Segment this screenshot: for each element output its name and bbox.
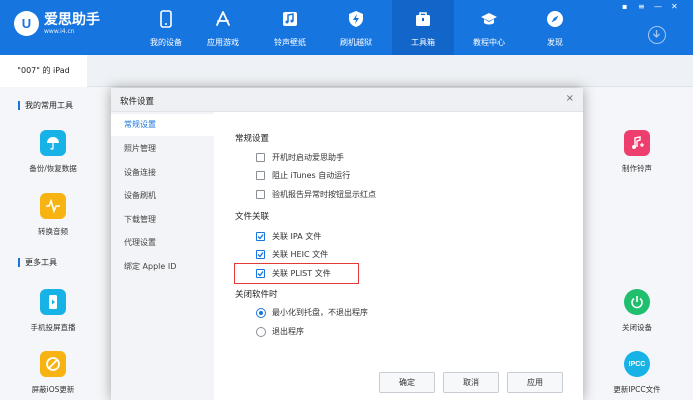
cancel-button[interactable]: 取消 [443, 372, 499, 393]
nav-toolbox[interactable]: 工具箱 [392, 0, 454, 55]
option-minimize-to-tray[interactable]: 最小化到托盘，不退出程序 [256, 307, 368, 318]
tool-update-ipcc[interactable]: IPCC 更新IPCC文件 [602, 351, 672, 395]
checkbox-checked[interactable] [256, 250, 265, 259]
tool-block-ios-update[interactable]: 屏蔽iOS更新 [18, 351, 88, 395]
sidebar-item-proxy[interactable]: 代理设置 [111, 232, 214, 254]
ipcc-icon: IPCC [624, 351, 650, 377]
power-icon [624, 289, 650, 315]
close-window-icon[interactable]: ✕ [671, 3, 678, 11]
option-block-itunes[interactable]: 阻止 iTunes 自动运行 [256, 170, 350, 181]
tool-label: 转换音频 [38, 227, 68, 236]
logo-icon: U [14, 11, 39, 36]
nav-label: 铃声壁纸 [274, 38, 306, 47]
tool-shutdown-device[interactable]: 关闭设备 [602, 289, 672, 333]
tool-backup-restore[interactable]: 备份/恢复数据 [18, 130, 88, 174]
phone-icon [160, 10, 172, 28]
nav-label: 刷机越狱 [340, 38, 372, 47]
checkbox-checked[interactable] [256, 232, 265, 241]
sidebar-item-flash[interactable]: 设备刷机 [111, 185, 214, 207]
ok-button[interactable]: 确定 [379, 372, 435, 393]
section-title-more-tools: 更多工具 [18, 258, 57, 267]
sidebar-item-photos[interactable]: 照片管理 [111, 138, 214, 160]
graduation-cap-icon [481, 13, 497, 25]
option-label: 验机报告异常时按钮显示红点 [272, 190, 376, 199]
tool-label: 关闭设备 [622, 323, 652, 332]
nav-label: 教程中心 [473, 38, 505, 47]
compass-icon [547, 11, 563, 27]
apply-button[interactable]: 应用 [507, 372, 563, 393]
checkbox[interactable] [256, 171, 265, 180]
radio-selected[interactable] [256, 307, 266, 318]
dialog-header: 软件设置 × [111, 88, 583, 112]
sidebar-item-downloads[interactable]: 下载管理 [111, 209, 214, 231]
nav-discover[interactable]: 发现 [524, 0, 586, 55]
block-gear-icon [40, 351, 66, 377]
tool-label: 制作铃声 [622, 164, 652, 173]
highlight-box [234, 263, 359, 284]
tool-make-ringtone[interactable]: 制作铃声 [602, 130, 672, 174]
app-url: www.i4.cn [44, 27, 75, 35]
nav-tutorials[interactable]: 教程中心 [458, 0, 520, 55]
option-assoc-heic[interactable]: 关联 HEIC 文件 [256, 249, 328, 260]
option-label: 开机时启动爱思助手 [272, 153, 344, 162]
option-exit-program[interactable]: 退出程序 [256, 326, 304, 337]
nav-label: 发现 [547, 38, 563, 47]
nav-label: 工具箱 [411, 38, 435, 47]
audio-wave-icon [40, 193, 66, 219]
settings-sidebar: 常规设置 照片管理 设备连接 设备刷机 下载管理 代理设置 绑定 Apple I… [111, 112, 214, 400]
checkbox[interactable] [256, 153, 265, 162]
tool-convert-audio[interactable]: 转换音频 [18, 193, 88, 237]
sidebar-item-general[interactable]: 常规设置 [111, 114, 214, 136]
nav-my-device[interactable]: 我的设备 [135, 0, 197, 55]
close-behavior-title: 关闭软件时 [235, 290, 278, 300]
toolbox-icon [416, 12, 430, 26]
tool-label: 屏蔽iOS更新 [31, 385, 75, 394]
menu-icon[interactable]: ≡ [638, 3, 645, 11]
tool-screen-cast[interactable]: 手机投屏直播 [18, 289, 88, 333]
device-tab[interactable]: "007" 的 iPad [0, 55, 87, 87]
option-label: 最小化到托盘，不退出程序 [272, 308, 368, 317]
option-label: 退出程序 [272, 327, 304, 336]
sidebar-item-connection[interactable]: 设备连接 [111, 162, 214, 184]
nav-apps-games[interactable]: 应用游戏 [192, 0, 254, 55]
nav-ringtones-wallpapers[interactable]: 铃声壁纸 [259, 0, 321, 55]
option-assoc-ipa[interactable]: 关联 IPA 文件 [256, 231, 321, 242]
tool-label: 备份/恢复数据 [29, 164, 77, 173]
download-icon[interactable] [648, 26, 666, 44]
dialog-title: 软件设置 [120, 97, 155, 107]
option-launch-at-startup[interactable]: 开机时启动爱思助手 [256, 152, 344, 163]
nav-flash-jailbreak[interactable]: 刷机越狱 [325, 0, 387, 55]
nav-label: 应用游戏 [207, 38, 239, 47]
ringtone-icon [283, 12, 297, 26]
screen-cast-icon [40, 289, 66, 315]
nav-label: 我的设备 [150, 38, 182, 47]
tool-label: 更新IPCC文件 [613, 385, 661, 394]
flash-icon [349, 11, 363, 27]
close-icon[interactable]: × [566, 94, 574, 104]
option-label: 关联 IPA 文件 [272, 232, 322, 241]
section-title-common-tools: 我的常用工具 [18, 101, 73, 110]
option-label: 阻止 iTunes 自动运行 [272, 171, 351, 180]
checkbox[interactable] [256, 190, 265, 199]
general-settings-title: 常规设置 [235, 134, 270, 144]
option-label: 关联 HEIC 文件 [272, 250, 329, 259]
skin-icon[interactable]: ▪ [622, 3, 627, 11]
device-tab-bar: "007" 的 iPad [0, 55, 693, 87]
tool-label: 手机投屏直播 [30, 323, 76, 332]
settings-dialog: 软件设置 × 常规设置 照片管理 设备连接 设备刷机 下载管理 代理设置 绑定 … [111, 88, 583, 400]
music-note-icon [624, 130, 650, 156]
app-name: 爱思助手 [44, 11, 100, 28]
app-logo: U 爱思助手 www.i4.cn [14, 11, 100, 36]
file-association-title: 文件关联 [235, 212, 270, 222]
umbrella-icon [40, 130, 66, 156]
minimize-icon[interactable]: — [654, 3, 662, 11]
app-store-icon [216, 11, 230, 26]
option-red-dot[interactable]: 验机报告异常时按钮显示红点 [256, 189, 376, 200]
sidebar-item-apple-id[interactable]: 绑定 Apple ID [111, 256, 214, 278]
radio[interactable] [256, 326, 266, 337]
top-navigation-bar: U 爱思助手 www.i4.cn 我的设备 应用游戏 铃声壁纸 刷机越狱 工具箱… [0, 0, 693, 55]
